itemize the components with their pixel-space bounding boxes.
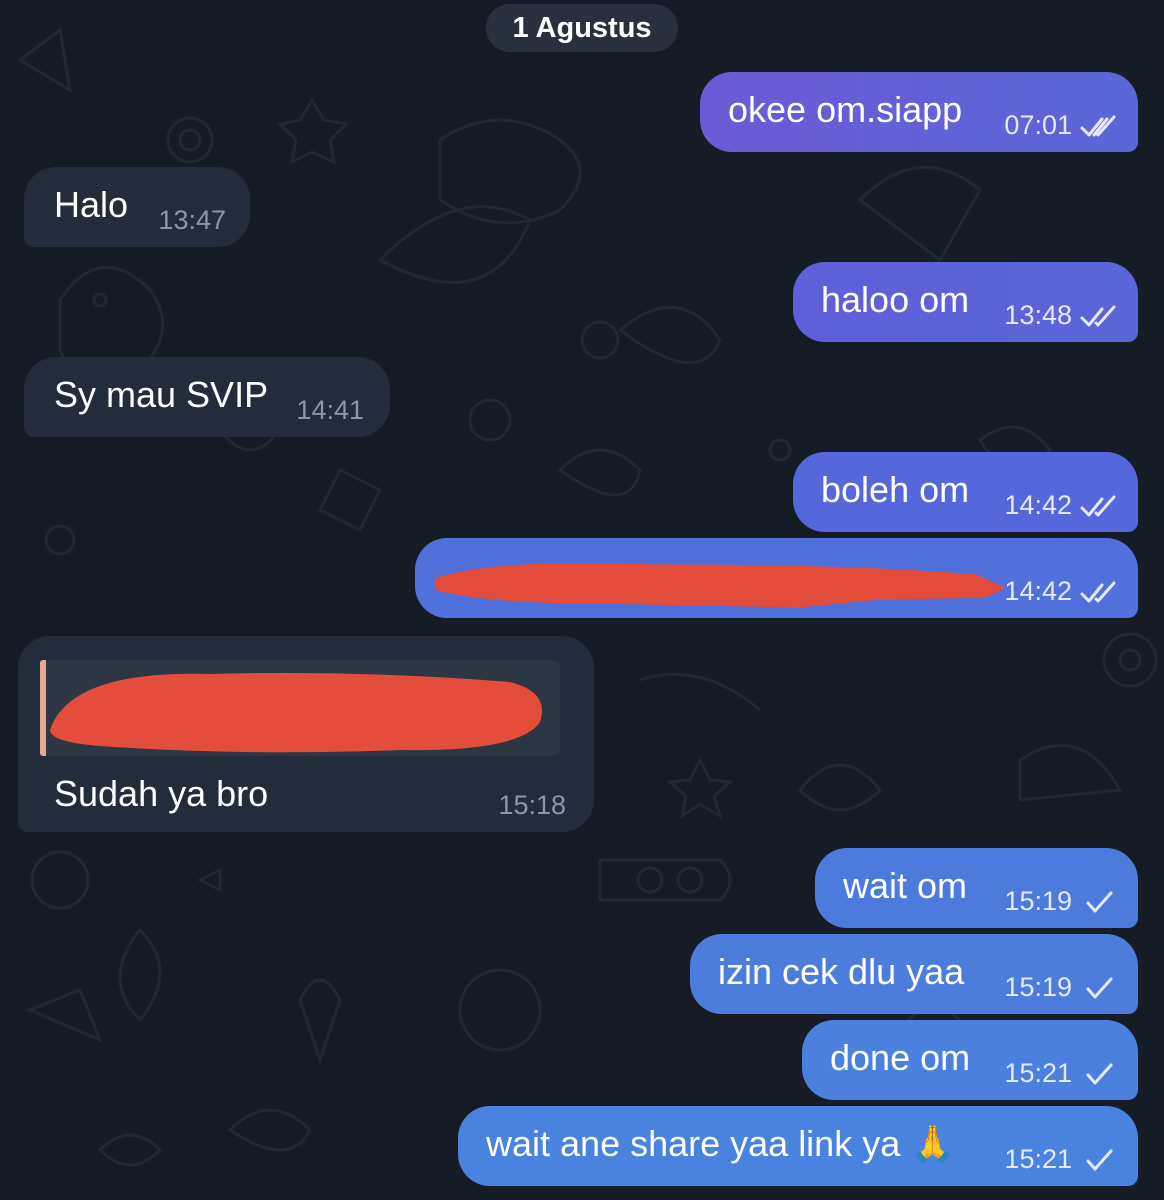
double-check-icon <box>1080 115 1120 139</box>
message-time: 15:21 <box>1004 1144 1072 1174</box>
message-text: Halo <box>54 184 129 225</box>
message-meta: 13:48 <box>1004 300 1120 330</box>
single-check-icon <box>1080 1063 1120 1087</box>
message-text: Sy mau SVIP <box>54 374 269 415</box>
redaction-scribble <box>434 562 1006 608</box>
reply-quote[interactable] <box>40 660 560 756</box>
message-time: 14:41 <box>296 395 364 425</box>
single-check-icon <box>1080 977 1120 1001</box>
incoming-message-with-reply[interactable]: Sudah ya bro 15:18 <box>18 636 594 832</box>
outgoing-message[interactable]: done om 15:21 <box>802 1020 1138 1100</box>
message-meta: 15:19 <box>1004 886 1120 916</box>
outgoing-message-redacted[interactable]: 14:42 <box>415 538 1138 618</box>
message-meta: 15:19 <box>1004 972 1120 1002</box>
message-time: 15:19 <box>1004 972 1072 1002</box>
message-time: 13:48 <box>1004 300 1072 330</box>
message-meta: 14:42 <box>1004 576 1120 606</box>
outgoing-message[interactable]: wait ane share yaa link ya 🙏 15:21 <box>458 1106 1138 1186</box>
outgoing-message[interactable]: boleh om 14:42 <box>793 452 1138 532</box>
message-time: 14:42 <box>1004 576 1072 606</box>
message-time: 15:18 <box>498 790 566 820</box>
single-check-icon <box>1080 891 1120 915</box>
message-time: 13:47 <box>158 205 226 235</box>
message-meta: 15:21 <box>1004 1058 1120 1088</box>
double-check-icon <box>1080 581 1120 605</box>
double-check-icon <box>1080 305 1120 329</box>
outgoing-message[interactable]: wait om 15:19 <box>815 848 1138 928</box>
message-meta: 14:42 <box>1004 490 1120 520</box>
message-time: 14:42 <box>1004 490 1072 520</box>
date-separator: 1 Agustus <box>486 4 678 52</box>
message-text: done om <box>830 1037 971 1078</box>
message-text: Sudah ya bro <box>54 773 269 814</box>
message-text: izin cek dlu yaa <box>718 951 965 992</box>
message-text: wait om <box>843 865 968 906</box>
outgoing-message[interactable]: izin cek dlu yaa 15:19 <box>690 934 1138 1014</box>
single-check-icon <box>1080 1149 1120 1173</box>
message-meta: 15:21 <box>1004 1144 1120 1174</box>
outgoing-message[interactable]: okee om.siapp 07:01 <box>700 72 1138 152</box>
message-time: 07:01 <box>1004 110 1072 140</box>
double-check-icon <box>1080 495 1120 519</box>
message-text: boleh om <box>821 469 970 510</box>
message-time: 15:19 <box>1004 886 1072 916</box>
message-text: okee om.siapp <box>728 89 963 130</box>
message-text: wait ane share yaa link ya 🙏 <box>486 1123 956 1164</box>
redaction-scribble <box>50 673 542 753</box>
message-text: haloo om <box>821 279 970 320</box>
incoming-message[interactable]: Sy mau SVIP 14:41 <box>24 357 390 437</box>
message-time: 15:21 <box>1004 1058 1072 1088</box>
outgoing-message[interactable]: haloo om 13:48 <box>793 262 1138 342</box>
message-meta: 07:01 <box>1004 110 1120 140</box>
incoming-message[interactable]: Halo 13:47 <box>24 167 250 247</box>
